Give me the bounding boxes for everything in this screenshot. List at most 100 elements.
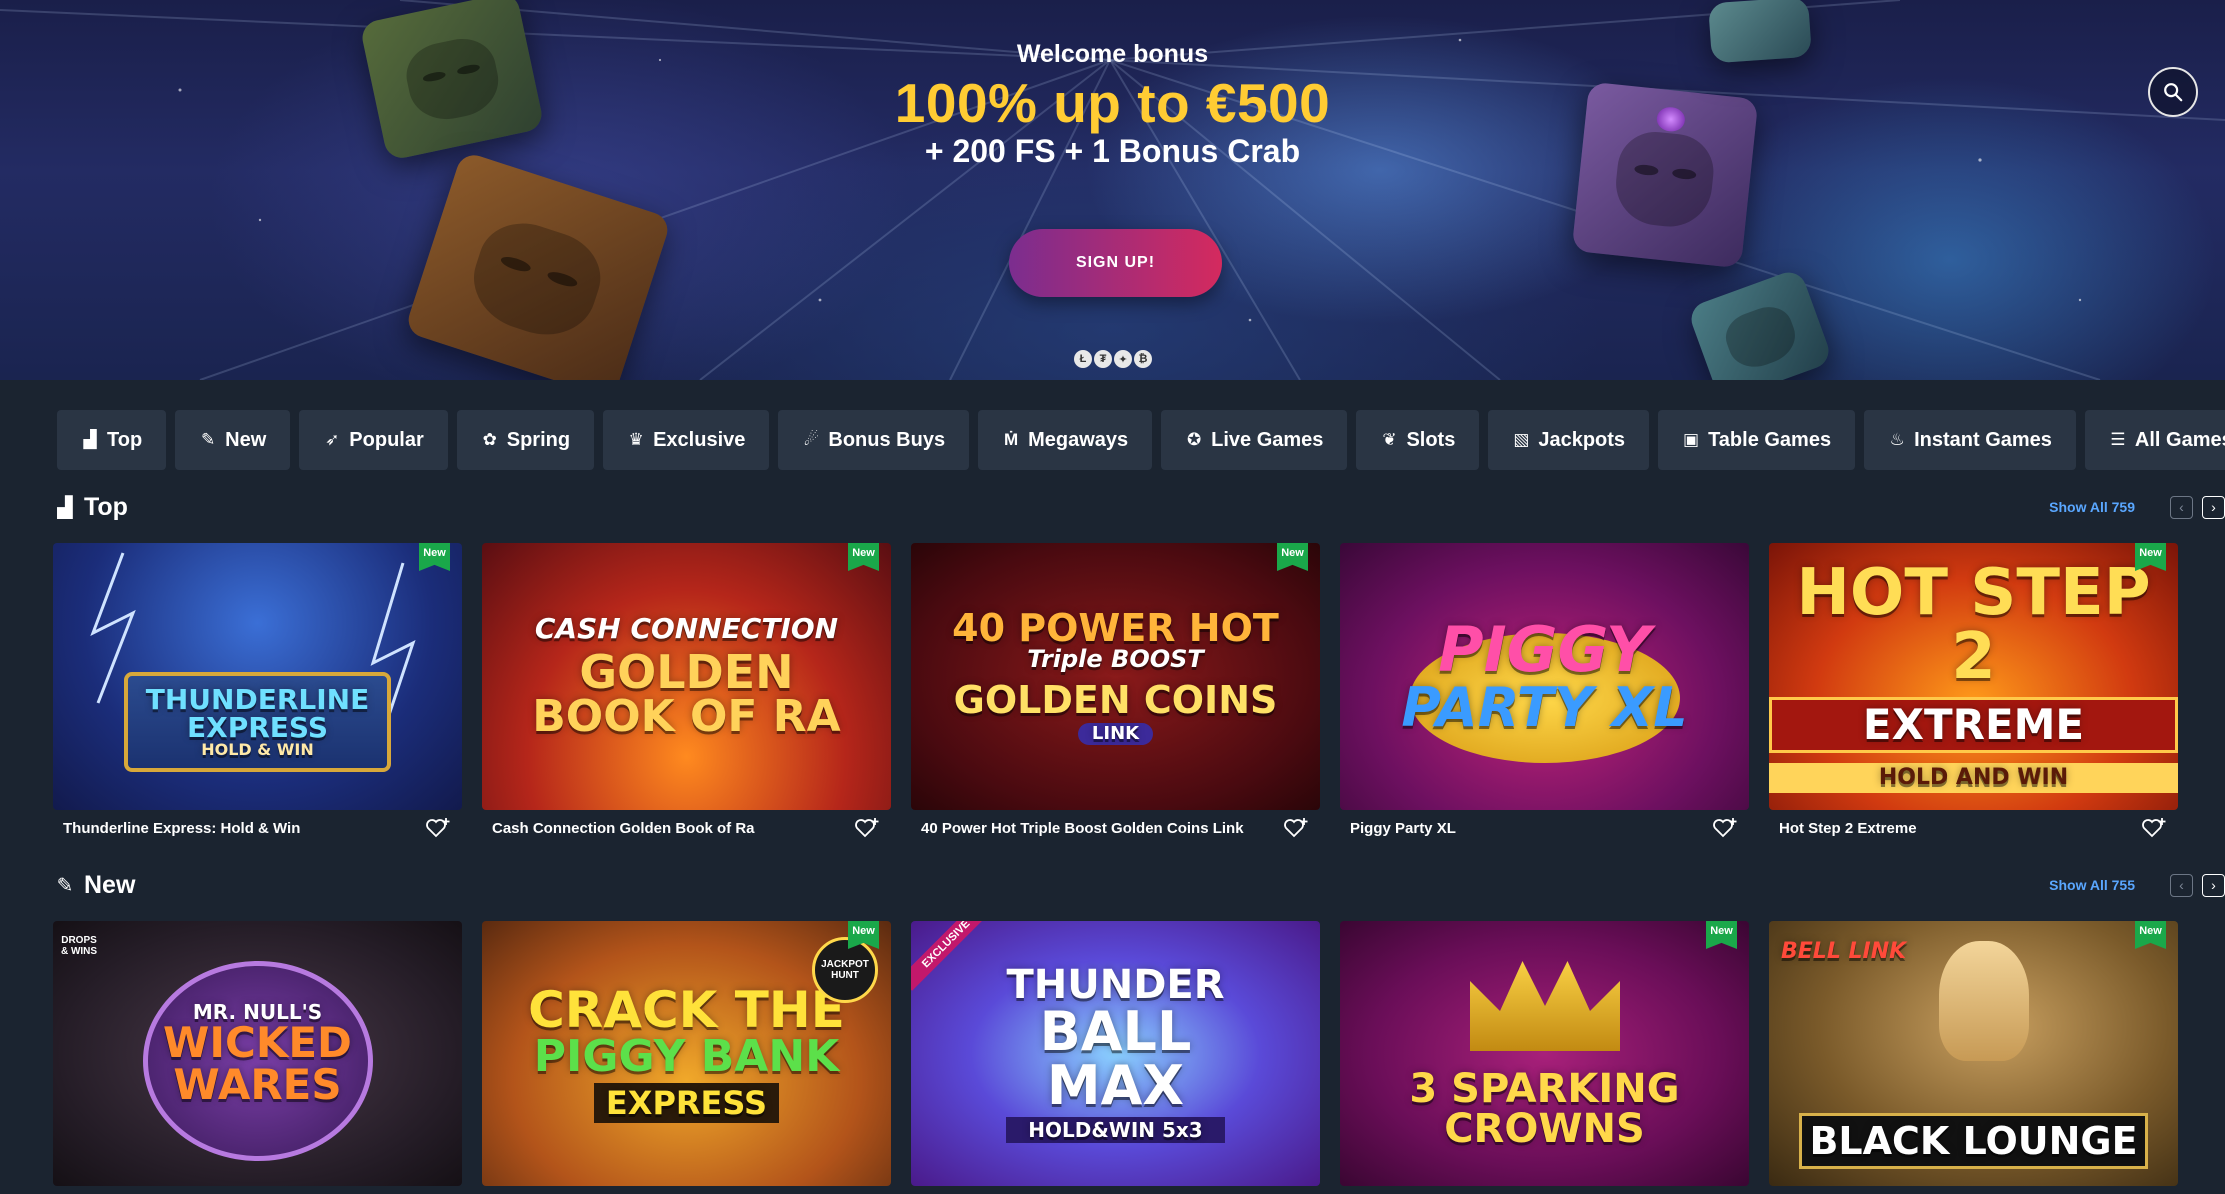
game-card[interactable]: MR. NULL'S WICKED WARES DROPS & WINS xyxy=(53,921,462,1186)
new-badge: New xyxy=(1277,543,1308,571)
game-art-text: HOLD AND WIN xyxy=(1769,762,2178,793)
search-icon xyxy=(2164,83,2183,102)
game-art-text: BOOK OF RA xyxy=(532,690,841,742)
category-spring[interactable]: ✿ Spring xyxy=(456,410,595,470)
game-art-text: PIGGY xyxy=(1438,612,1651,686)
game-art-text: HOLD & WIN xyxy=(201,739,314,759)
category-live-games[interactable]: ✪ Live Games xyxy=(1161,410,1348,470)
game-title[interactable]: Cash Connection Golden Book of Ra xyxy=(492,820,755,837)
game-art-text: HOLD&WIN 5x3 xyxy=(1006,1116,1225,1143)
section-title: New xyxy=(84,870,136,899)
game-thumbnail[interactable]: 3 SPARKING CROWNS New xyxy=(1340,921,1749,1186)
game-card[interactable]: BELL LINK BLACK LOUNGE New xyxy=(1769,921,2178,1186)
category-label: Bonus Buys xyxy=(828,428,946,451)
game-card-footer: Piggy Party XL xyxy=(1340,810,1749,846)
new-badge: New xyxy=(1706,921,1737,949)
rocket-icon: ➶ xyxy=(325,430,340,449)
jackpot-hunt-tag: JACKPOT HUNT xyxy=(812,937,878,1003)
hero-banner: Welcome bonus 100% up to €500 + 200 FS +… xyxy=(0,0,2225,380)
game-card[interactable]: PIGGY PARTY XL Piggy Party XL xyxy=(1340,543,1749,846)
game-art-text: EXPRESS xyxy=(593,1082,780,1123)
category-bonus-buys[interactable]: ☄ Bonus Buys xyxy=(778,410,970,470)
game-card[interactable]: 40 POWER HOT Triple BOOST GOLDEN COINS L… xyxy=(911,543,1320,846)
game-title[interactable]: 40 Power Hot Triple Boost Golden Coins L… xyxy=(921,820,1244,837)
game-thumbnail[interactable]: PIGGY PARTY XL xyxy=(1340,543,1749,810)
favorite-button[interactable] xyxy=(1711,816,1739,840)
category-megaways[interactable]: Ṁ Megaways xyxy=(978,410,1153,470)
game-card[interactable]: THUNDER BALL MAX HOLD&WIN 5x3 EXCLUSIVE xyxy=(911,921,1320,1186)
category-new[interactable]: ✎ New xyxy=(175,410,291,470)
next-arrow-button[interactable]: › xyxy=(2202,873,2225,897)
drops-wins-tag: DROPS & WINS xyxy=(60,935,98,957)
game-card-footer: Thunderline Express: Hold & Win xyxy=(53,810,462,846)
category-label: Slots xyxy=(1406,428,1456,451)
game-art-text: MAX xyxy=(1046,1053,1185,1117)
category-exclusive[interactable]: ♛ Exclusive xyxy=(603,410,770,470)
category-slots[interactable]: ❦ Slots xyxy=(1356,410,1480,470)
exclusive-ribbon: EXCLUSIVE xyxy=(911,921,993,991)
cards-icon: ▣ xyxy=(1683,430,1700,449)
category-label: Live Games xyxy=(1211,428,1324,451)
show-all-link[interactable]: Show All 755 xyxy=(2049,877,2135,893)
prev-arrow-button[interactable]: ‹ xyxy=(2170,873,2193,897)
roulette-icon: ✪ xyxy=(1187,430,1202,449)
game-art-text: CROWNS xyxy=(1444,1105,1645,1152)
category-table-games[interactable]: ▣ Table Games xyxy=(1658,410,1856,470)
game-card-footer: Cash Connection Golden Book of Ra xyxy=(482,810,891,846)
crypto-icon: ✦ xyxy=(1114,350,1132,368)
category-jackpots[interactable]: ▧ Jackpots xyxy=(1488,410,1650,470)
game-thumbnail[interactable]: CRACK THE PIGGY BANK EXPRESS JACKPOT HUN… xyxy=(482,921,891,1186)
heart-plus-icon xyxy=(855,818,879,838)
game-thumbnail[interactable]: THUNDERLINE EXPRESS HOLD & WIN New xyxy=(53,543,462,810)
category-label: Exclusive xyxy=(653,428,746,451)
list-icon: ☰ xyxy=(2110,430,2126,449)
game-thumbnail[interactable]: CASH CONNECTION GOLDEN BOOK OF RA New xyxy=(482,543,891,810)
section-header-new: ✎ New xyxy=(54,868,136,902)
category-label: Table Games xyxy=(1708,428,1832,451)
category-label: Megaways xyxy=(1028,428,1129,451)
game-card[interactable]: CASH CONNECTION GOLDEN BOOK OF RA New Ca… xyxy=(482,543,891,846)
search-button[interactable] xyxy=(2148,67,2198,117)
next-arrow-button[interactable]: › xyxy=(2202,495,2225,519)
game-art-text: THUNDER xyxy=(1006,961,1225,1008)
category-all-games[interactable]: ☰ All Games xyxy=(2084,410,2225,470)
sign-up-button[interactable]: SIGN UP! xyxy=(1009,229,1222,297)
chevron-left-icon: ‹ xyxy=(2179,499,2184,515)
favorite-button[interactable] xyxy=(2140,816,2168,840)
cherries-icon: ❦ xyxy=(1382,430,1397,449)
category-label: Popular xyxy=(349,428,424,451)
game-art-text: WARES xyxy=(173,1059,342,1109)
favorite-button[interactable] xyxy=(1282,816,1310,840)
section-controls-new: Show All 755 ‹ › xyxy=(1925,870,2225,900)
favorite-button[interactable] xyxy=(424,816,452,840)
butterfly-icon: ✿ xyxy=(482,430,497,449)
game-card[interactable]: HOT STEP 2 EXTREME HOLD AND WIN New Hot … xyxy=(1769,543,2178,846)
category-label: Instant Games xyxy=(1914,428,2052,451)
heart-plus-icon xyxy=(2142,818,2166,838)
show-all-link[interactable]: Show All 759 xyxy=(2049,499,2135,515)
game-title[interactable]: Hot Step 2 Extreme xyxy=(1779,820,1917,837)
game-title[interactable]: Piggy Party XL xyxy=(1350,820,1456,837)
heart-plus-icon xyxy=(1284,818,1308,838)
bitcoin-icon: ₿ xyxy=(1134,350,1152,368)
category-popular[interactable]: ➶ Popular xyxy=(299,410,448,470)
game-title[interactable]: Thunderline Express: Hold & Win xyxy=(63,820,300,837)
game-card[interactable]: THUNDERLINE EXPRESS HOLD & WIN New Thund… xyxy=(53,543,462,846)
game-card[interactable]: CRACK THE PIGGY BANK EXPRESS JACKPOT HUN… xyxy=(482,921,891,1186)
game-art-text: CASH CONNECTION xyxy=(534,611,839,645)
game-thumbnail[interactable]: BELL LINK BLACK LOUNGE New xyxy=(1769,921,2178,1186)
category-instant-games[interactable]: ♨ Instant Games xyxy=(1864,410,2076,470)
game-card[interactable]: 3 SPARKING CROWNS New xyxy=(1340,921,1749,1186)
category-label: All Games xyxy=(2134,428,2225,451)
game-thumbnail[interactable]: 40 POWER HOT Triple BOOST GOLDEN COINS L… xyxy=(911,543,1320,810)
game-art-text: CRACK THE xyxy=(528,980,845,1039)
bell-link-logo: BELL LINK xyxy=(1781,939,1907,964)
game-thumbnail[interactable]: HOT STEP 2 EXTREME HOLD AND WIN New xyxy=(1769,543,2178,810)
favorite-button[interactable] xyxy=(853,816,881,840)
game-thumbnail[interactable]: MR. NULL'S WICKED WARES DROPS & WINS xyxy=(53,921,462,1186)
game-art-text: EXTREME xyxy=(1769,696,2178,753)
game-thumbnail[interactable]: THUNDER BALL MAX HOLD&WIN 5x3 EXCLUSIVE xyxy=(911,921,1320,1186)
crown-icon: ♛ xyxy=(628,430,644,449)
category-top[interactable]: ▟ Top xyxy=(57,410,167,470)
prev-arrow-button[interactable]: ‹ xyxy=(2170,495,2193,519)
